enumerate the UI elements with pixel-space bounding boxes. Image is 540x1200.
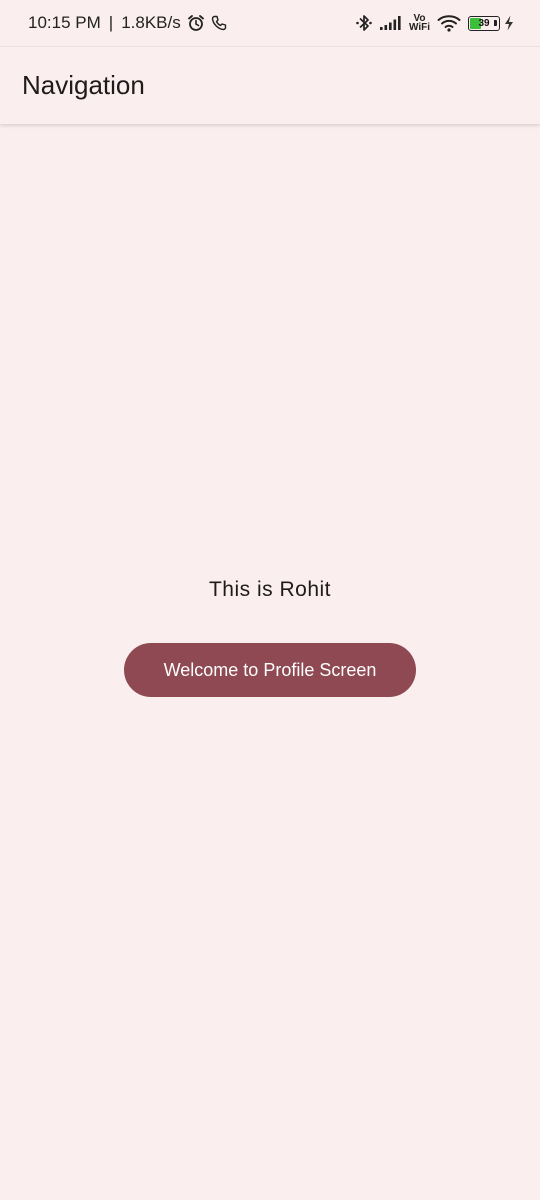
status-separator: | [108,13,114,32]
status-time: 10:15 PM [28,13,101,32]
network-speed: 1.8KB/s [121,13,181,32]
vowifi-icon: Vo WiFi [408,14,430,33]
charging-icon [504,15,514,31]
battery-body: 39 [468,15,500,31]
battery-icon: 39 [468,15,500,31]
greeting-text: This is Rohit [208,578,332,601]
page-title: Navigation [22,70,145,100]
battery-percent: 39 [478,17,490,29]
signal-icon [379,15,402,31]
profile-button[interactable]: Welcome to Profile Screen [124,643,416,697]
app-bar: Navigation [0,46,540,124]
status-right: Vo WiFi 39 [355,13,514,33]
status-bar: 10:15 PM | 1.8KB/s Vo WiFi 39 [0,0,540,46]
vowifi-bottom: WiFi [408,22,430,33]
phone-call-icon [211,15,227,31]
alarm-icon [187,14,205,32]
main-content: This is Rohit Welcome to Profile Screen [0,124,540,1200]
bluetooth-icon [355,13,373,33]
status-left: 10:15 PM | 1.8KB/s [28,13,227,33]
wifi-icon [437,14,461,32]
